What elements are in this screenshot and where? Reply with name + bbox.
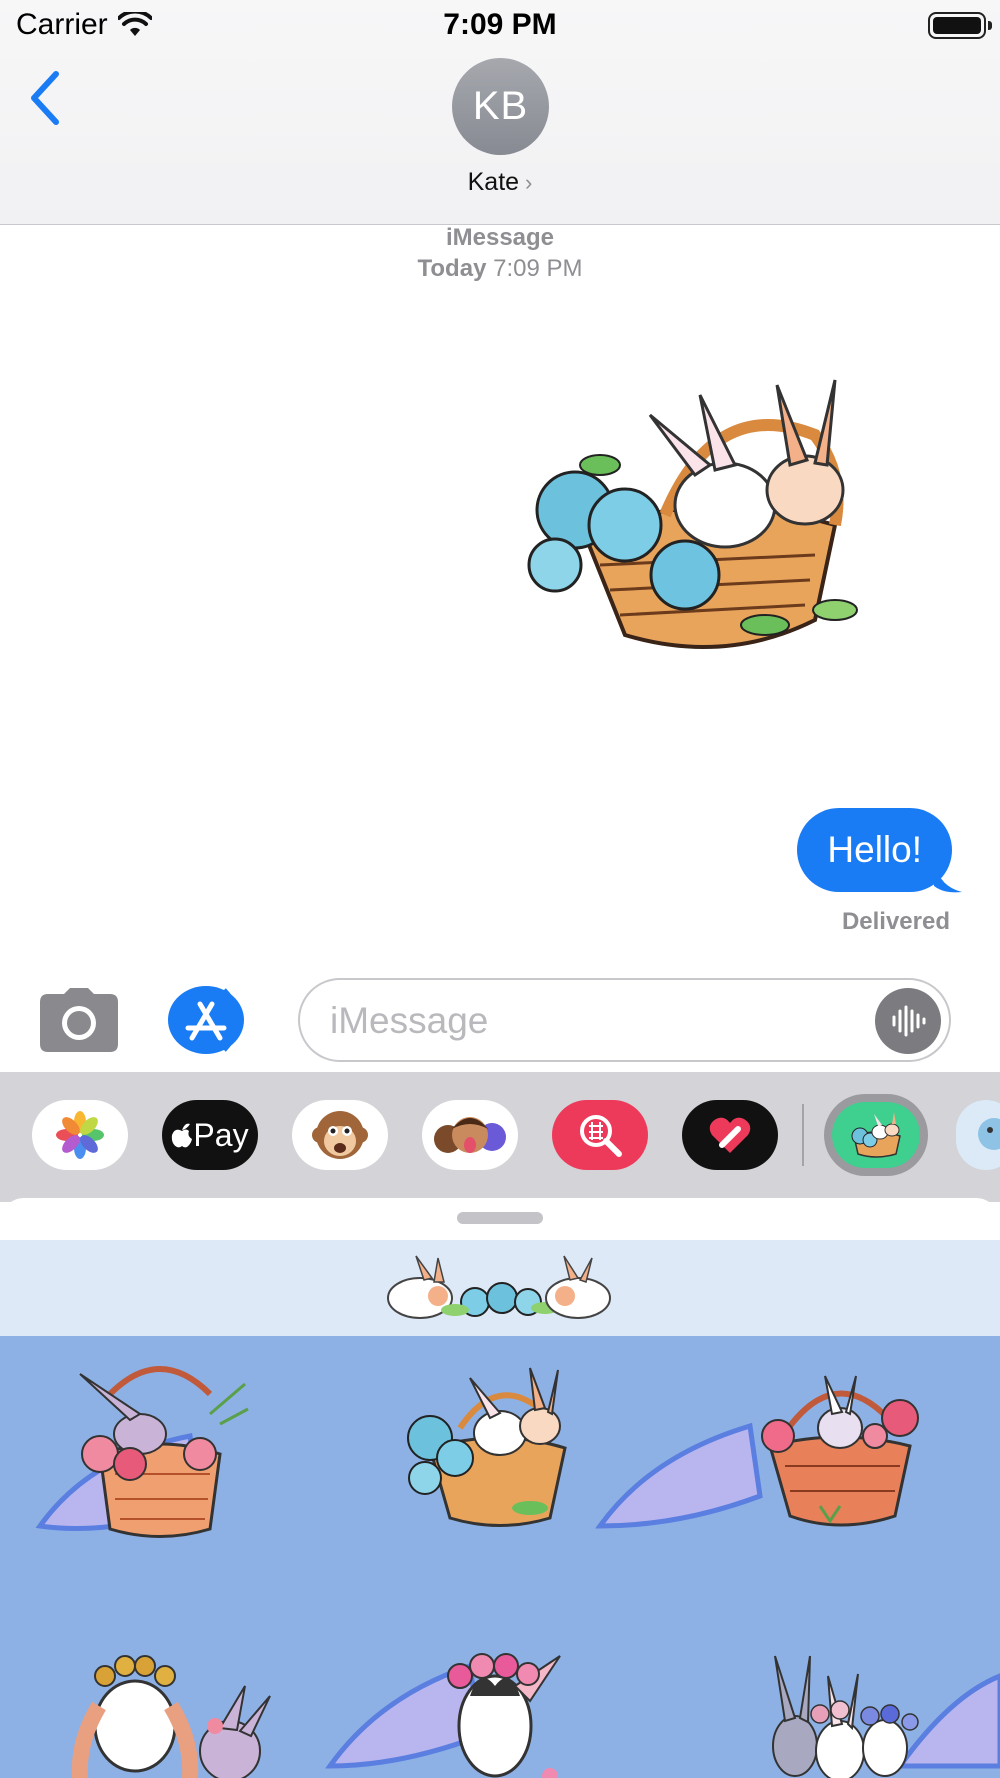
- message-input[interactable]: iMessage: [298, 978, 951, 1062]
- chevron-right-icon: ›: [525, 170, 533, 195]
- avatar[interactable]: KB: [452, 58, 549, 155]
- drawer-divider: [802, 1104, 804, 1166]
- sticker-bunny-red-roses-basket[interactable]: [750, 1366, 930, 1536]
- battery-icon: [928, 12, 992, 39]
- easter-bunny-sticker-app-icon[interactable]: [824, 1094, 928, 1176]
- camera-icon[interactable]: [40, 988, 118, 1052]
- sticker-bunnies-pink-roses-basket[interactable]: [70, 1354, 250, 1544]
- memoji-icon[interactable]: [422, 1100, 518, 1170]
- sticker-lop-bunnies-flower-crown[interactable]: [55, 1636, 275, 1778]
- bubble-tail: [934, 860, 962, 893]
- navigation-header: Carrier 7:09 PM KB Kate ›: [0, 0, 1000, 225]
- sticker-panel: [0, 1198, 1000, 1778]
- image-search-icon[interactable]: [552, 1100, 648, 1170]
- sticker-bunnies-blue-roses-basket[interactable]: [400, 1358, 580, 1533]
- delivery-status: Delivered: [841, 908, 950, 935]
- apple-pay-icon[interactable]: Pay: [162, 1100, 258, 1170]
- sticker-bunny-pink-flower-crown[interactable]: [420, 1616, 570, 1778]
- bunnies-banner-image: [387, 1255, 611, 1319]
- photos-icon[interactable]: [32, 1100, 128, 1170]
- drag-handle[interactable]: [457, 1212, 543, 1224]
- sticker-grid: [0, 1336, 1000, 1778]
- partial-app-icon[interactable]: [956, 1100, 1000, 1170]
- sticker-message[interactable]: [515, 365, 880, 695]
- sticker-bunny-trio-flower-crowns[interactable]: [740, 1636, 940, 1778]
- back-chevron-icon[interactable]: [26, 68, 66, 128]
- service-label: iMessage: [445, 224, 555, 251]
- digital-touch-icon[interactable]: [682, 1100, 778, 1170]
- audio-message-icon[interactable]: [875, 988, 941, 1054]
- sticker-pack-banner: [0, 1240, 1000, 1336]
- app-store-icon[interactable]: [168, 986, 258, 1054]
- animoji-icon[interactable]: [292, 1100, 388, 1170]
- contact-name-button[interactable]: Kate ›: [0, 168, 1000, 197]
- status-time: 7:09 PM: [443, 8, 557, 41]
- app-drawer: Pay: [0, 1072, 1000, 1202]
- timestamp: Today 7:09 PM: [417, 255, 583, 282]
- message-bubble[interactable]: Hello!: [797, 808, 952, 892]
